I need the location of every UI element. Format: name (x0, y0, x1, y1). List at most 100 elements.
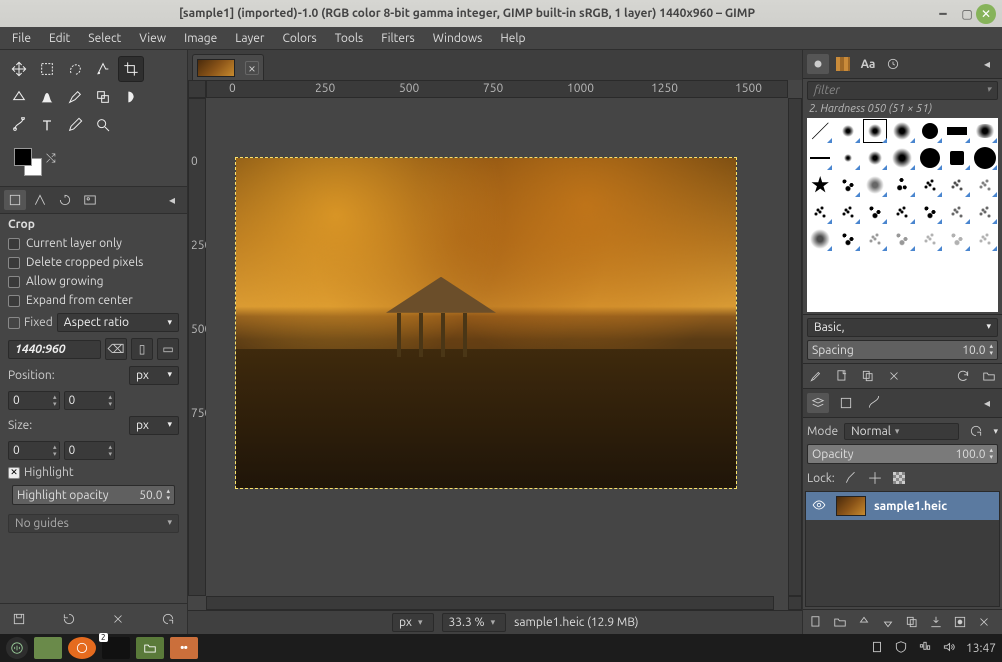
layer-opacity-slider[interactable]: Opacity 100.0 ▴▾ (807, 444, 998, 464)
new-layer-icon[interactable] (807, 613, 825, 631)
layers-tab-menu-arrow[interactable]: ◂ (976, 393, 998, 413)
taskbar-gimp-icon[interactable] (170, 637, 198, 659)
window-maximize-button[interactable]: ▢ (958, 5, 976, 23)
tool-smudge[interactable] (118, 84, 144, 110)
status-unit-select[interactable]: px (392, 613, 434, 632)
brush-cell[interactable] (972, 145, 998, 171)
brush-cell[interactable] (862, 118, 888, 144)
tool-zoom[interactable] (90, 112, 116, 138)
menu-edit[interactable]: Edit (41, 30, 78, 47)
tool-paintbrush[interactable] (62, 84, 88, 110)
menu-windows[interactable]: Windows (425, 30, 491, 47)
brush-cell[interactable] (807, 172, 833, 198)
delete-layer-icon[interactable] (975, 613, 993, 631)
opt-fixed-mode-select[interactable]: Aspect ratio▾ (57, 313, 179, 332)
size-h-input[interactable]: ▴▾ (64, 441, 116, 460)
tray-network-icon[interactable] (918, 640, 932, 657)
brush-spacing-slider[interactable]: Spacing 10.0 ▴▾ (807, 340, 998, 360)
brush-preset-select[interactable]: Basic,▾ (807, 318, 998, 337)
tab-history[interactable] (882, 54, 904, 74)
brush-cell[interactable] (917, 145, 943, 171)
highlight-opacity-slider[interactable]: Highlight opacity 50.0 ▴▾ (12, 485, 175, 505)
mask-layer-icon[interactable] (951, 613, 969, 631)
open-brush-icon[interactable] (980, 367, 998, 385)
taskbar-files-icon[interactable] (136, 637, 164, 659)
lock-pixels-icon[interactable] (843, 470, 859, 486)
color-swatches[interactable]: ⤭ (8, 148, 179, 180)
tab-menu-arrow-right[interactable]: ◂ (976, 54, 998, 74)
fg-color-swatch[interactable] (14, 148, 32, 166)
status-zoom-select[interactable]: 33.3 % (442, 613, 507, 632)
brush-cell[interactable] (834, 172, 860, 198)
brush-cell[interactable] (834, 199, 860, 225)
window-close-button[interactable]: ✕ (976, 4, 996, 24)
lock-alpha-icon[interactable] (891, 470, 907, 486)
position-x-input[interactable]: ▴▾ (8, 391, 60, 410)
window-minimize-button[interactable]: ━ (934, 5, 952, 23)
tab-paths[interactable] (863, 393, 885, 413)
lower-layer-icon[interactable] (879, 613, 897, 631)
brush-cell[interactable] (917, 118, 943, 144)
opt-current-layer-only[interactable]: Current layer only (8, 237, 179, 250)
menu-file[interactable]: File (4, 30, 39, 47)
brush-cell[interactable] (889, 199, 915, 225)
layer-visibility-icon[interactable] (812, 498, 828, 514)
vertical-ruler[interactable]: 0 250 500 750 (188, 98, 206, 596)
brush-cell[interactable] (889, 145, 915, 171)
brush-cell[interactable] (862, 172, 888, 198)
size-w-input[interactable]: ▴▾ (8, 441, 60, 460)
new-group-icon[interactable] (831, 613, 849, 631)
brush-cell[interactable] (917, 226, 943, 252)
mode-select[interactable]: Normal (844, 423, 959, 440)
restore-preset-icon[interactable] (58, 608, 80, 630)
brush-cell[interactable] (972, 172, 998, 198)
menu-image[interactable]: Image (176, 30, 225, 47)
reset-preset-icon[interactable] (157, 608, 179, 630)
delete-brush-icon[interactable] (885, 367, 903, 385)
horizontal-ruler[interactable]: 0 250 500 750 1000 1250 1500 (206, 80, 788, 98)
brush-cell[interactable] (972, 118, 998, 144)
landscape-icon[interactable]: ▭ (157, 338, 179, 360)
brush-cell[interactable] (834, 226, 860, 252)
delete-preset-icon[interactable] (107, 608, 129, 630)
tab-menu-arrow[interactable]: ◂ (161, 190, 183, 210)
save-preset-icon[interactable] (8, 608, 30, 630)
vertical-scrollbar[interactable] (788, 98, 802, 596)
tray-shield-icon[interactable] (894, 640, 908, 657)
menu-colors[interactable]: Colors (274, 30, 324, 47)
menu-layer[interactable]: Layer (227, 30, 272, 47)
taskbar-desktop-icon[interactable] (34, 637, 62, 659)
brush-cell[interactable] (807, 226, 833, 252)
size-unit-select[interactable]: px▾ (129, 416, 179, 435)
tool-warp[interactable] (34, 84, 60, 110)
brush-cell[interactable] (972, 226, 998, 252)
position-unit-select[interactable]: px▾ (129, 366, 179, 385)
menu-filters[interactable]: Filters (373, 30, 422, 47)
brush-cell[interactable] (889, 172, 915, 198)
tool-fuzzy-select[interactable] (90, 56, 116, 82)
edit-brush-icon[interactable] (807, 367, 825, 385)
new-brush-icon[interactable] (833, 367, 851, 385)
brush-cell[interactable] (889, 226, 915, 252)
brush-cell[interactable] (807, 199, 833, 225)
portrait-icon[interactable]: ▯ (131, 338, 153, 360)
refresh-brushes-icon[interactable] (954, 367, 972, 385)
menu-view[interactable]: View (131, 30, 174, 47)
horizontal-scrollbar[interactable] (206, 596, 774, 610)
opt-highlight-toggle[interactable]: ✕ Highlight (8, 466, 179, 479)
tab-tool-options[interactable] (4, 190, 26, 210)
tray-volume-icon[interactable] (942, 640, 956, 657)
brush-cell[interactable] (862, 145, 888, 171)
brush-cell[interactable] (972, 199, 998, 225)
menu-help[interactable]: Help (492, 30, 533, 47)
tab-channels[interactable] (835, 393, 857, 413)
menu-select[interactable]: Select (80, 30, 129, 47)
navigation-icon[interactable] (788, 596, 802, 610)
tool-crop[interactable] (118, 56, 144, 82)
brush-cell[interactable] (944, 118, 970, 144)
brush-cell[interactable] (807, 145, 833, 171)
menu-tools[interactable]: Tools (327, 30, 372, 47)
brush-cell[interactable] (944, 172, 970, 198)
merge-layer-icon[interactable] (927, 613, 945, 631)
tool-paths[interactable] (6, 112, 32, 138)
